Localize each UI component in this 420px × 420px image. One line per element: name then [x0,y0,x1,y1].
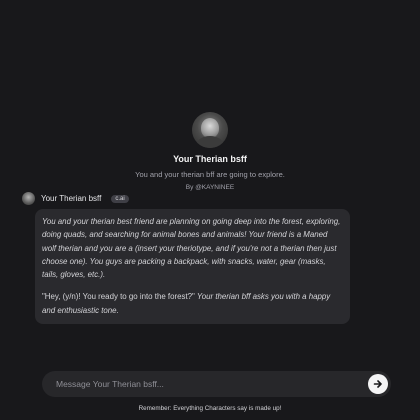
ai-badge: c.ai [111,194,129,203]
character-header: Your Therian bsff You and your therian b… [0,112,420,191]
sender-name[interactable]: Your Therian bsff [41,194,101,203]
character-name[interactable]: Your Therian bsff [173,154,247,164]
character-author[interactable]: By @KAYNINEE [186,184,234,191]
send-button[interactable] [368,374,388,394]
message-input[interactable] [56,379,391,389]
message-bubble: You and your therian best friend are pla… [35,209,350,325]
message-composer [42,371,391,397]
character-tagline: You and your therian bff are going to ex… [135,170,285,179]
message-quote: "Hey, (y/n)! You ready to go into the fo… [42,292,195,302]
sender-avatar[interactable] [22,192,35,205]
message-narration: You and your therian best friend are pla… [42,217,341,280]
chat-page: Your Therian bsff You and your therian b… [0,0,420,420]
disclaimer-text: Remember: Everything Characters say is m… [138,405,282,412]
arrow-right-icon [373,380,382,388]
message-header: Your Therian bsff c.ai [22,192,129,205]
character-avatar[interactable] [192,112,228,148]
message-dialogue: "Hey, (y/n)! You ready to go into the fo… [42,290,343,317]
